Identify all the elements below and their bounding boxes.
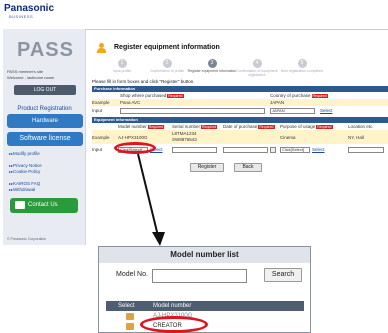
- col-select: Select: [118, 303, 135, 309]
- model-no-input[interactable]: [152, 269, 247, 283]
- select-icon[interactable]: [126, 323, 134, 330]
- model-no-label: Model No.: [116, 271, 148, 278]
- search-button[interactable]: Search: [264, 268, 302, 282]
- table-header: Select Model number: [106, 301, 304, 311]
- select-icon[interactable]: [126, 313, 134, 320]
- popup-title: Model number list: [99, 247, 310, 263]
- highlight-oval-creator: [140, 316, 208, 333]
- table-row: AJ-HPX3100G: [106, 312, 304, 321]
- col-model: Model number: [153, 303, 192, 309]
